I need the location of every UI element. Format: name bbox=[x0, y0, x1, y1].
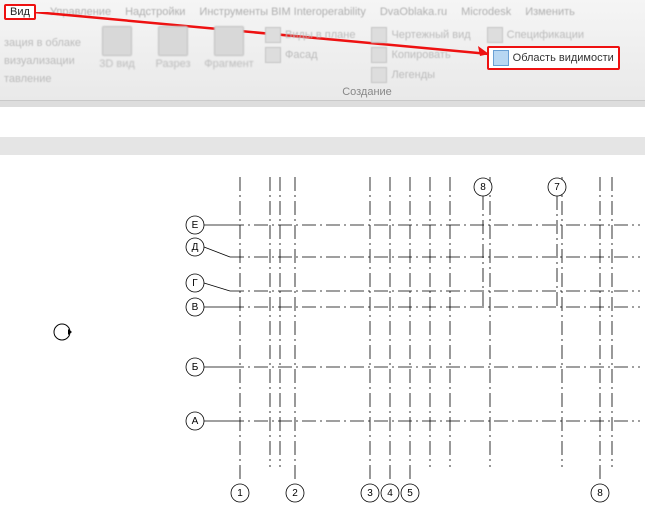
svg-text:8: 8 bbox=[597, 488, 603, 499]
tab-manage[interactable]: Управление bbox=[50, 6, 111, 18]
legend-icon bbox=[371, 67, 387, 83]
elevation-icon bbox=[265, 47, 281, 63]
callout-icon bbox=[214, 26, 244, 56]
svg-text:1: 1 bbox=[237, 488, 243, 499]
svg-text:А: А bbox=[192, 416, 199, 427]
col-1: Виды в плане Фасад bbox=[265, 26, 355, 64]
tool-legends[interactable]: Легенды bbox=[371, 66, 470, 84]
tool-3d-view[interactable]: 3D вид bbox=[93, 26, 141, 70]
ribbon: Вид Управление Надстройки Инструменты BI… bbox=[0, 0, 645, 101]
left-text-3: тавление bbox=[4, 73, 89, 85]
viewport[interactable]: ЕД Г В Б А 1 2 3 4 5 8 8 7 bbox=[0, 101, 645, 505]
tab-bim[interactable]: Инструменты BIM Interoperability bbox=[199, 6, 365, 18]
tool-scope-box[interactable]: Область видимости bbox=[487, 46, 620, 70]
tool-callout[interactable]: Фрагмент bbox=[205, 26, 253, 70]
left-text-1: зация в облаке bbox=[4, 37, 89, 49]
col-3: Спецификации Область видимости bbox=[487, 26, 620, 70]
tab-view[interactable]: Вид bbox=[4, 4, 36, 20]
tab-dvaoblaka[interactable]: DvaOblaka.ru bbox=[380, 6, 447, 18]
svg-text:3: 3 bbox=[367, 488, 373, 499]
svg-text:Д: Д bbox=[192, 242, 199, 253]
svg-text:5: 5 bbox=[407, 488, 413, 499]
svg-text:Е: Е bbox=[192, 220, 199, 231]
svg-text:7: 7 bbox=[554, 182, 560, 193]
schedule-icon bbox=[487, 27, 503, 43]
svg-text:Б: Б bbox=[192, 362, 199, 373]
tool-schedules[interactable]: Спецификации bbox=[487, 26, 620, 44]
tab-microdesk[interactable]: Microdesk bbox=[461, 6, 511, 18]
tool-plan-views[interactable]: Виды в плане bbox=[265, 26, 355, 44]
tool-row: 3D вид Разрез Фрагмент Виды в плане Фаса… bbox=[89, 22, 645, 86]
tool-drafting-view[interactable]: Чертежный вид bbox=[371, 26, 470, 44]
cube-icon bbox=[102, 26, 132, 56]
tab-modify[interactable]: Изменить bbox=[525, 6, 575, 18]
scope-box-icon bbox=[493, 50, 509, 66]
tool-section[interactable]: Разрез bbox=[149, 26, 197, 70]
svg-text:В: В bbox=[192, 302, 199, 313]
svg-text:Г: Г bbox=[192, 278, 198, 289]
tab-addins[interactable]: Надстройки bbox=[125, 6, 185, 18]
left-text-2: визуализации bbox=[4, 55, 89, 67]
left-panel: зация в облаке визуализации тавление bbox=[0, 22, 89, 100]
create-panel: 3D вид Разрез Фрагмент Виды в плане Фаса… bbox=[89, 22, 645, 100]
copy-icon bbox=[371, 47, 387, 63]
col-2: Чертежный вид Копировать Легенды bbox=[371, 26, 470, 84]
svg-text:8: 8 bbox=[480, 182, 486, 193]
panel-label: Создание bbox=[89, 86, 645, 100]
svg-text:2: 2 bbox=[292, 488, 298, 499]
ribbon-tabs: Вид Управление Надстройки Инструменты BI… bbox=[0, 0, 645, 22]
tool-duplicate[interactable]: Копировать bbox=[371, 46, 470, 64]
ribbon-body: зация в облаке визуализации тавление 3D … bbox=[0, 22, 645, 100]
svg-text:4: 4 bbox=[387, 488, 393, 499]
tool-elevation[interactable]: Фасад bbox=[265, 46, 355, 64]
plan-icon bbox=[265, 27, 281, 43]
drawing-canvas: ЕД Г В Б А 1 2 3 4 5 8 8 7 bbox=[0, 107, 645, 505]
drafting-icon bbox=[371, 27, 387, 43]
section-icon bbox=[158, 26, 188, 56]
